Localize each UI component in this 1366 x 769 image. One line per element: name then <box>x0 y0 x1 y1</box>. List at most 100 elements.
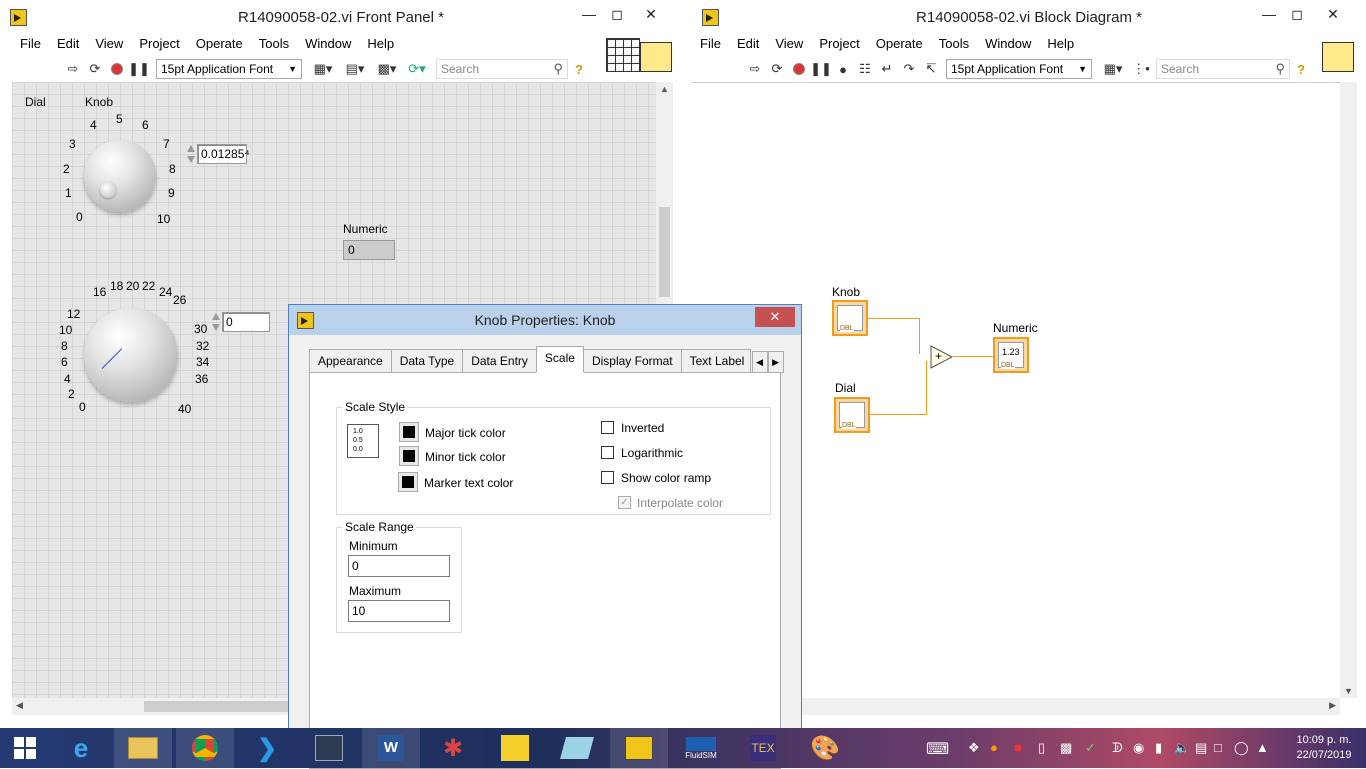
minimum-input[interactable]: 0 <box>348 555 450 577</box>
dial-digital-display[interactable]: 0 <box>222 312 270 332</box>
tray-app-icon[interactable]: ■ <box>1014 740 1022 755</box>
scroll-right-icon[interactable]: ▶ <box>1329 700 1336 711</box>
scale-style-preview[interactable]: 1.0 0.5 0.0 <box>347 424 379 458</box>
vscode-icon[interactable]: ❯ <box>238 728 296 768</box>
tab-display-format[interactable]: Display Format <box>582 349 682 373</box>
reorder-icon[interactable]: ⟳▾ <box>402 59 432 79</box>
numeric-terminal[interactable]: 1.23 DBL <box>993 337 1029 373</box>
run-arrow-icon[interactable]: ⇨ <box>62 59 84 79</box>
menu-window[interactable]: Window <box>977 34 1039 56</box>
interpolate-color-checkbox[interactable]: ✓ <box>618 496 631 509</box>
help-icon[interactable]: ? <box>568 59 590 79</box>
wire-add-output[interactable] <box>953 356 993 357</box>
tray-app-icon[interactable]: ● <box>990 740 998 755</box>
cleanup-diagram-icon[interactable]: ⋮• <box>1128 59 1154 79</box>
start-button[interactable] <box>0 728 50 768</box>
menu-help[interactable]: Help <box>1039 34 1082 56</box>
menu-view[interactable]: View <box>767 34 811 56</box>
close-icon[interactable]: ✕ <box>1316 0 1350 28</box>
tray-app-icon[interactable]: ◉ <box>1133 740 1144 756</box>
knob-terminal[interactable]: DBL <box>832 300 868 336</box>
pause-icon[interactable]: ❚❚ <box>810 59 832 79</box>
dial-control[interactable] <box>84 308 178 402</box>
align-objects-icon[interactable]: ▦▾ <box>308 59 338 79</box>
connector-pane-icon[interactable] <box>606 38 640 72</box>
internet-explorer-icon[interactable]: e <box>52 728 110 768</box>
tab-scroll-right-icon[interactable]: ▶ <box>767 351 784 373</box>
fluidsim-icon[interactable]: FluidSIM <box>672 728 730 768</box>
menu-tools[interactable]: Tools <box>931 34 977 56</box>
dial-terminal[interactable]: DBL <box>834 397 870 433</box>
resize-objects-icon[interactable]: ▩▾ <box>372 59 402 79</box>
menu-file[interactable]: File <box>12 34 49 56</box>
run-continuously-icon[interactable]: ⟳ <box>766 59 788 79</box>
bluetooth-icon[interactable]: ᗫ <box>1112 740 1123 756</box>
menu-edit[interactable]: Edit <box>49 34 87 56</box>
font-select[interactable]: 15pt Application Font ▼ <box>156 59 302 79</box>
wire-knob-v[interactable] <box>919 318 920 354</box>
hscroll-thumb[interactable] <box>144 701 294 712</box>
volume-icon[interactable]: 🔈 <box>1174 740 1190 756</box>
menu-project[interactable]: Project <box>131 34 187 56</box>
scroll-left-icon[interactable]: ◀ <box>16 700 23 711</box>
maximize-icon[interactable]: ◻ <box>600 0 634 28</box>
menu-help[interactable]: Help <box>359 34 402 56</box>
tray-app-icon[interactable]: ◯ <box>1234 740 1249 756</box>
chrome-icon[interactable] <box>176 728 234 768</box>
clock[interactable]: 10:09 p. m. 22/07/2019 <box>1282 733 1366 763</box>
menu-project[interactable]: Project <box>811 34 867 56</box>
dialog-close-button[interactable]: ✕ <box>755 307 795 327</box>
maximum-input[interactable]: 10 <box>348 600 450 622</box>
help-icon[interactable]: ? <box>1290 59 1312 79</box>
run-arrow-icon[interactable]: ⇨ <box>744 59 766 79</box>
tab-scroll-left-icon[interactable]: ◀ <box>751 351 768 373</box>
add-function[interactable]: + <box>930 345 954 369</box>
shield-icon[interactable]: ✓ <box>1085 740 1096 756</box>
wire-dial-v[interactable] <box>926 361 927 415</box>
menu-edit[interactable]: Edit <box>729 34 767 56</box>
major-tick-color-box[interactable] <box>399 422 419 442</box>
menu-view[interactable]: View <box>87 34 131 56</box>
abort-icon[interactable] <box>106 59 128 79</box>
scroll-up-icon[interactable]: ▲ <box>660 84 669 94</box>
file-explorer-icon[interactable] <box>114 728 172 768</box>
block-diagram-vscroll[interactable]: ▼ <box>1340 82 1357 698</box>
highlight-execution-icon[interactable]: ● <box>832 59 854 79</box>
menu-tools[interactable]: Tools <box>251 34 297 56</box>
menu-file[interactable]: File <box>692 34 729 56</box>
paint-icon[interactable]: 🎨 <box>796 728 854 768</box>
cad-app-icon[interactable]: ✱ <box>424 728 482 768</box>
dial-increment-icon[interactable] <box>211 311 220 333</box>
inverted-checkbox[interactable] <box>601 421 614 434</box>
dropbox-icon[interactable]: ❖ <box>968 740 980 756</box>
action-center-icon[interactable]: □ <box>1214 740 1222 755</box>
network-icon[interactable]: ▩ <box>1060 740 1072 756</box>
vscroll-thumb[interactable] <box>659 207 670 297</box>
marker-text-color-box[interactable] <box>398 472 418 492</box>
step-into-icon[interactable]: ↵ <box>876 59 898 79</box>
logarithmic-checkbox[interactable] <box>601 446 614 459</box>
glass-app-icon[interactable] <box>548 728 606 768</box>
tab-scale[interactable]: Scale <box>535 346 584 373</box>
step-over-icon[interactable]: ↷ <box>898 59 920 79</box>
scroll-down-icon[interactable]: ▼ <box>1344 686 1353 696</box>
minor-tick-color-box[interactable] <box>399 446 419 466</box>
labview-taskbar-icon[interactable] <box>610 728 668 768</box>
menu-operate[interactable]: Operate <box>188 34 251 56</box>
vi-icon[interactable] <box>640 42 672 72</box>
step-out-icon[interactable]: ↸ <box>920 59 942 79</box>
tray-app-icon[interactable]: ▲ <box>1256 740 1269 755</box>
app-icon-box[interactable] <box>300 728 358 768</box>
show-color-ramp-checkbox[interactable] <box>601 471 614 484</box>
distribute-objects-icon[interactable]: ▤▾ <box>338 59 372 79</box>
font-select[interactable]: 15pt Application Font ▼ <box>946 59 1092 79</box>
run-continuously-icon[interactable]: ⟳ <box>84 59 106 79</box>
battery-icon[interactable]: ▮ <box>1155 740 1162 756</box>
search-input[interactable]: Search ⚲ <box>436 59 568 79</box>
tab-data-entry[interactable]: Data Entry <box>462 349 537 373</box>
menu-operate[interactable]: Operate <box>868 34 931 56</box>
word-icon[interactable]: W <box>362 728 420 768</box>
tray-app-icon[interactable]: ▯ <box>1038 740 1045 756</box>
menu-window[interactable]: Window <box>297 34 359 56</box>
knob-increment-icon[interactable] <box>186 143 195 165</box>
